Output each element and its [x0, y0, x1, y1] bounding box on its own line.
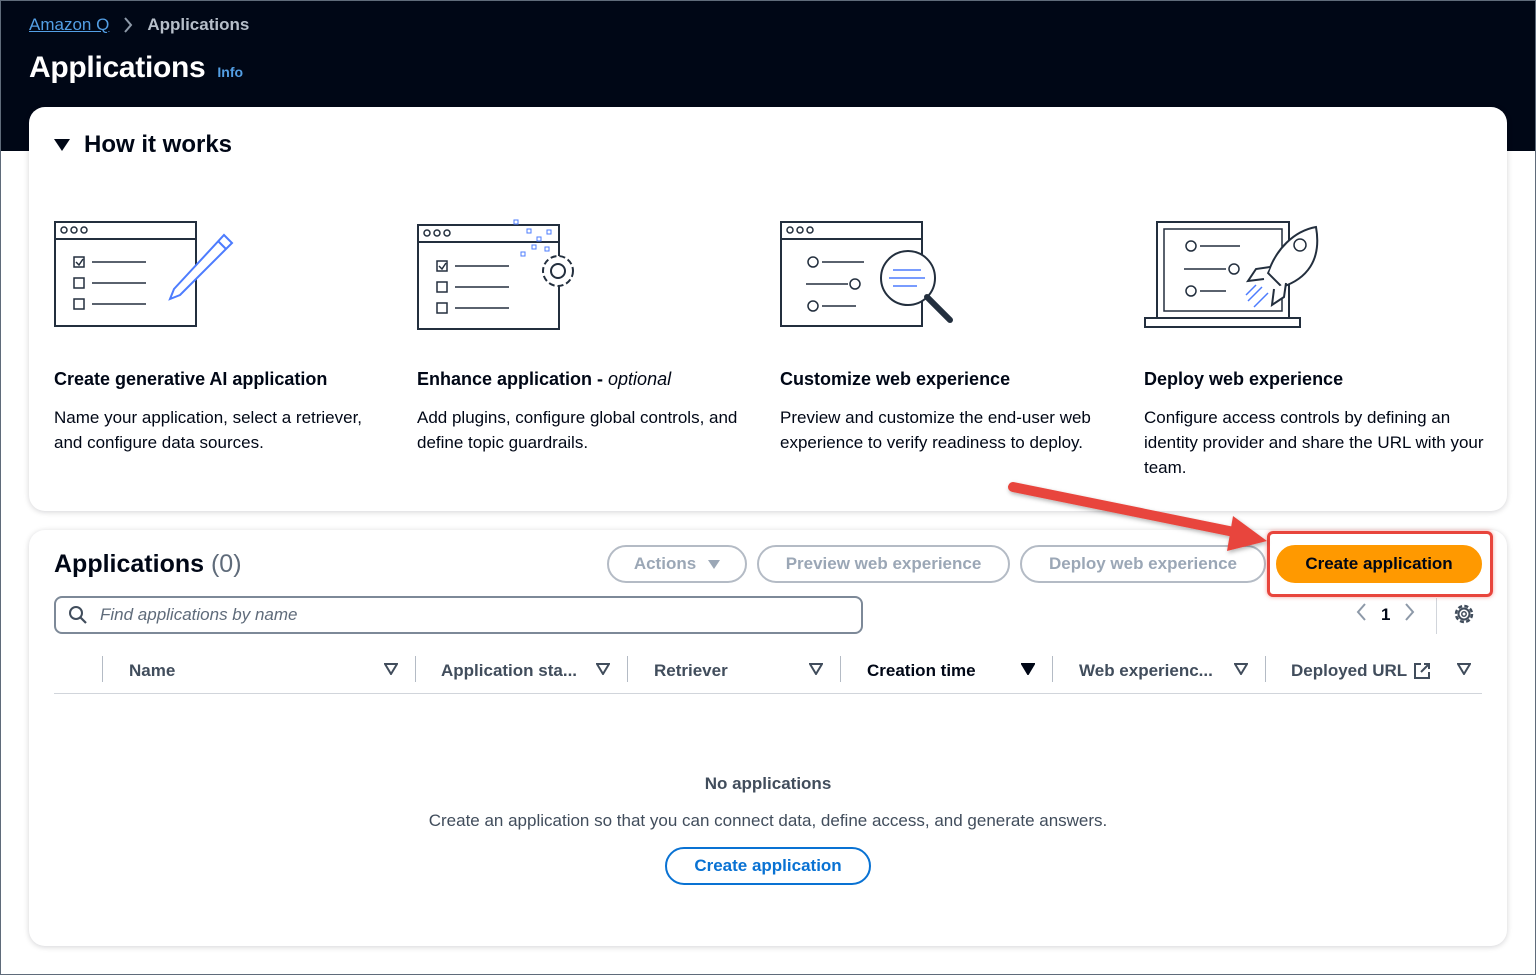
column-header-retriever[interactable]: Retriever: [654, 658, 728, 684]
applications-count: (0): [210, 550, 242, 578]
caret-down-icon: [54, 139, 70, 151]
sort-icon[interactable]: [1234, 663, 1248, 675]
column-divider: [1265, 656, 1266, 682]
breadcrumb-amazon-q-link[interactable]: Amazon Q: [29, 15, 109, 35]
caret-down-icon: [708, 559, 721, 569]
column-header-name[interactable]: Name: [129, 658, 175, 684]
column-divider: [102, 656, 103, 682]
sort-icon[interactable]: [384, 663, 398, 675]
app-window: Amazon Q Applications Applications Info …: [0, 0, 1536, 975]
page-title: Applications: [29, 51, 206, 84]
sort-icon[interactable]: [596, 663, 610, 675]
column-header-web-experience[interactable]: Web experienc...: [1079, 658, 1213, 684]
step-title: Enhance application - optional: [417, 369, 672, 389]
empty-state-description: Create an application so that you can co…: [428, 811, 1108, 830]
column-header-creation-time[interactable]: Creation time: [867, 658, 976, 684]
preview-web-experience-button[interactable]: Preview web experience: [757, 545, 1010, 583]
external-link-icon: [1414, 663, 1431, 679]
empty-state-title: No applications: [704, 774, 832, 793]
chevron-right-icon: [123, 17, 133, 33]
search-icon: [69, 606, 87, 624]
step-customize-web-experience: Customize web experience Preview and cus…: [780, 217, 1120, 452]
breadcrumb-current: Applications: [147, 15, 250, 34]
step-description: Add plugins, configure global controls, …: [417, 408, 738, 452]
breadcrumb: Amazon Q Applications: [29, 15, 249, 35]
page-number[interactable]: 1: [1381, 605, 1390, 625]
laptop-rocket-icon: [1144, 221, 1319, 328]
table-header: Name Application sta... Retriever Creati…: [54, 652, 1482, 694]
pager-divider: [1436, 598, 1437, 634]
sort-icon[interactable]: [809, 663, 823, 675]
column-divider: [1052, 656, 1053, 682]
step-title: Customize web experience: [780, 369, 1011, 389]
search-field[interactable]: [54, 596, 863, 634]
how-it-works-panel: How it works Create generative AI applic…: [29, 107, 1507, 511]
page-title-row: Applications Info: [29, 51, 243, 85]
how-it-works-toggle[interactable]: How it works: [54, 131, 232, 159]
step-create-application: Create generative AI application Name yo…: [54, 217, 394, 452]
checklist-gear-icon: [417, 219, 574, 330]
how-it-works-heading: How it works: [84, 131, 233, 158]
pagination: 1: [1355, 602, 1416, 628]
column-header-application-status[interactable]: Application sta...: [441, 658, 577, 684]
checklist-pencil-icon: [54, 221, 234, 327]
chevron-left-icon[interactable]: [1355, 602, 1367, 628]
step-description: Preview and customize the end-user web e…: [780, 408, 1091, 452]
step-enhance-application: Enhance application - optional Add plugi…: [417, 217, 757, 452]
magnifier-icon: [780, 221, 953, 327]
sort-descending-icon[interactable]: [1021, 663, 1035, 675]
empty-state-create-application-button[interactable]: Create application: [665, 847, 871, 885]
annotation-highlight-box: [1267, 531, 1493, 597]
step-description: Name your application, select a retrieve…: [54, 408, 363, 452]
applications-heading: Applications (0): [54, 550, 242, 578]
column-divider: [627, 656, 628, 682]
column-divider: [415, 656, 416, 682]
step-title: Create generative AI application: [54, 369, 328, 389]
actions-dropdown-button[interactable]: Actions: [607, 545, 747, 583]
deploy-web-experience-button[interactable]: Deploy web experience: [1020, 545, 1266, 583]
info-link[interactable]: Info: [217, 64, 243, 80]
chevron-right-icon[interactable]: [1404, 602, 1416, 628]
search-input[interactable]: [100, 605, 800, 625]
gear-icon[interactable]: [1453, 603, 1475, 625]
step-title: Deploy web experience: [1144, 369, 1344, 389]
step-description: Configure access controls by defining an…: [1144, 408, 1484, 477]
column-header-deployed-url[interactable]: Deployed URL: [1291, 658, 1431, 684]
sort-icon[interactable]: [1457, 663, 1471, 675]
step-deploy-web-experience: Deploy web experience Configure access c…: [1144, 217, 1484, 477]
column-divider: [840, 656, 841, 682]
